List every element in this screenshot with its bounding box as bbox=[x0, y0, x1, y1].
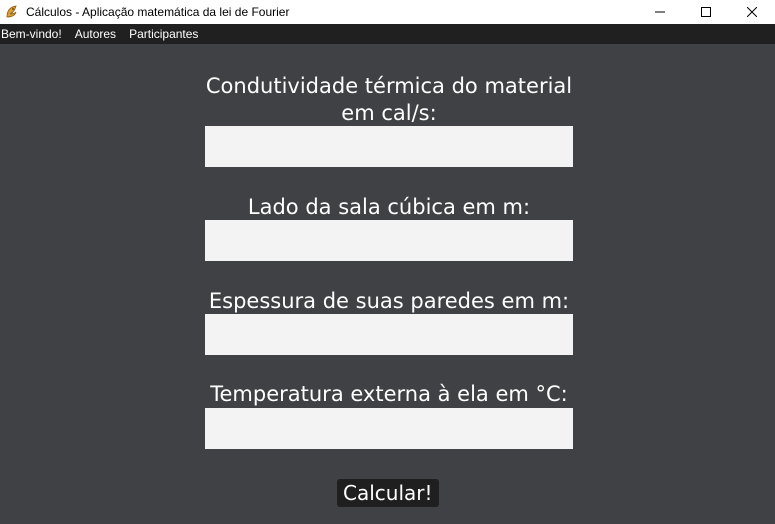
conductivity-label-line1: Condutividade térmica do material bbox=[205, 74, 573, 98]
conductivity-label: Condutividade térmica do material em cal… bbox=[190, 73, 588, 127]
external-temperature-input[interactable] bbox=[205, 408, 573, 449]
app-icon bbox=[4, 4, 20, 20]
conductivity-input[interactable] bbox=[205, 126, 573, 167]
title-bar: Cálculos - Aplicação matemática da lei d… bbox=[0, 0, 775, 24]
close-button[interactable] bbox=[729, 0, 775, 24]
window-controls bbox=[637, 0, 775, 24]
room-side-label: Lado da sala cúbica em m: bbox=[247, 195, 531, 219]
menu-item-autores[interactable]: Autores bbox=[74, 27, 122, 41]
maximize-button[interactable] bbox=[683, 0, 729, 24]
form-area: Condutividade térmica do material em cal… bbox=[0, 44, 775, 524]
minimize-button[interactable] bbox=[637, 0, 683, 24]
wall-thickness-label: Espessura de suas paredes em m: bbox=[208, 289, 570, 313]
menu-item-participantes[interactable]: Participantes bbox=[128, 27, 204, 41]
close-icon bbox=[747, 7, 757, 17]
minimize-icon bbox=[655, 11, 665, 13]
window-title: Cálculos - Aplicação matemática da lei d… bbox=[26, 5, 290, 19]
room-side-input[interactable] bbox=[205, 220, 573, 261]
menu-bar: Bem-vindo! Autores Participantes bbox=[0, 24, 775, 44]
conductivity-label-line2: em cal/s: bbox=[341, 101, 437, 125]
maximize-icon bbox=[701, 7, 711, 17]
external-temperature-label: Temperatura externa à ela em °C: bbox=[210, 382, 568, 406]
wall-thickness-input[interactable] bbox=[205, 314, 573, 355]
menu-item-bem-vindo[interactable]: Bem-vindo! bbox=[0, 27, 68, 41]
calculate-button[interactable]: Calcular! bbox=[337, 479, 439, 507]
